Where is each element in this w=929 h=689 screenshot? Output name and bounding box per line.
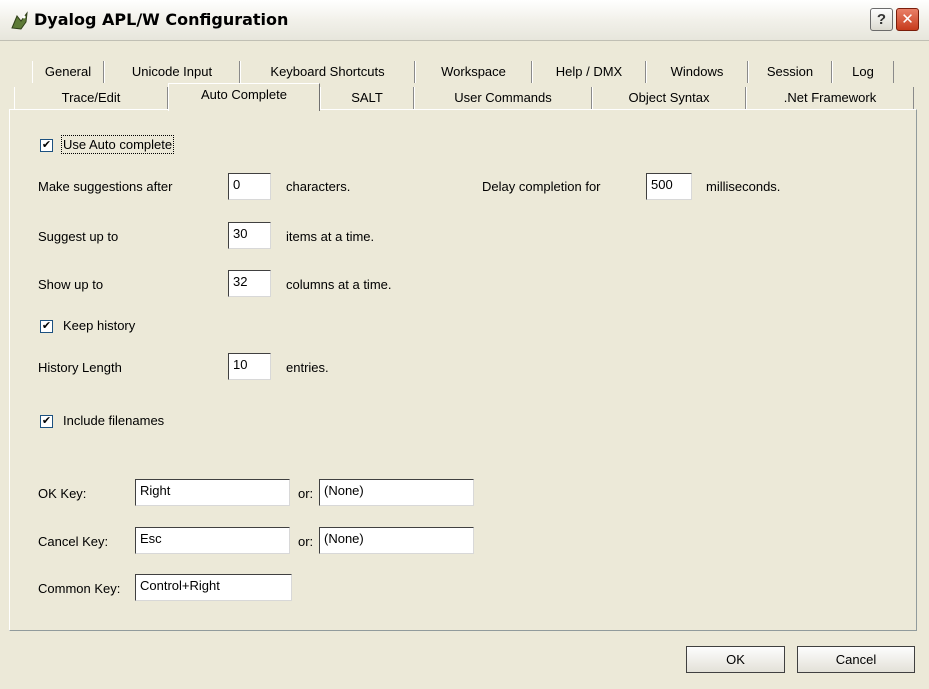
cancel-key-or-label: or: — [298, 534, 314, 549]
cancel-button[interactable]: Cancel — [797, 646, 915, 673]
common-key-label: Common Key: — [38, 581, 121, 596]
tab-general[interactable]: General — [32, 61, 104, 83]
tab-trace-edit[interactable]: Trace/Edit — [14, 87, 168, 109]
cancel-key-alt-input[interactable]: (None) — [319, 527, 474, 554]
keep-history-checkbox[interactable]: ✔ — [40, 320, 53, 333]
ok-key-label: OK Key: — [38, 486, 87, 501]
tab-log[interactable]: Log — [832, 61, 894, 83]
suggest-up-to-unit: items at a time. — [286, 229, 375, 244]
keep-history-label: Keep history — [63, 318, 136, 333]
include-filenames-checkbox[interactable]: ✔ — [40, 415, 53, 428]
tab-auto-complete[interactable]: Auto Complete — [168, 83, 320, 111]
suggest-after-input[interactable]: 0 — [228, 173, 271, 200]
cancel-key-input[interactable]: Esc — [135, 527, 290, 554]
suggest-up-to-label: Suggest up to — [38, 229, 119, 244]
ok-key-input[interactable]: Right — [135, 479, 290, 506]
use-autocomplete-checkbox[interactable]: ✔ — [40, 139, 53, 152]
dyalog-bird-icon — [11, 11, 28, 30]
window-title: Dyalog APL/W Configuration — [34, 10, 289, 29]
show-up-to-unit: columns at a time. — [286, 277, 392, 292]
tab-windows[interactable]: Windows — [646, 61, 748, 83]
dialog-client: General Unicode Input Keyboard Shortcuts… — [0, 41, 929, 689]
include-filenames-label: Include filenames — [63, 413, 165, 428]
ok-key-alt-input[interactable]: (None) — [319, 479, 474, 506]
close-button[interactable]: ✕ — [896, 8, 919, 31]
cancel-key-label: Cancel Key: — [38, 534, 109, 549]
suggest-after-unit: characters. — [286, 179, 351, 194]
tab-session[interactable]: Session — [748, 61, 832, 83]
auto-complete-panel: ✔ Use Auto complete Make suggestions aft… — [9, 109, 917, 631]
use-autocomplete-label: Use Auto complete — [60, 135, 175, 154]
tab-salt[interactable]: SALT — [320, 87, 414, 109]
tab-object-syntax[interactable]: Object Syntax — [592, 87, 746, 109]
ok-button[interactable]: OK — [686, 646, 785, 673]
title-bar[interactable]: Dyalog APL/W Configuration ? ✕ — [0, 0, 929, 41]
tab-net-framework[interactable]: .Net Framework — [746, 87, 914, 109]
common-key-input[interactable]: Control+Right — [135, 574, 292, 601]
suggest-after-label: Make suggestions after — [38, 179, 173, 194]
tab-help-dmx[interactable]: Help / DMX — [532, 61, 646, 83]
suggest-up-to-input[interactable]: 30 — [228, 222, 271, 249]
show-up-to-label: Show up to — [38, 277, 104, 292]
tab-user-commands[interactable]: User Commands — [414, 87, 592, 109]
tab-unicode-input[interactable]: Unicode Input — [104, 61, 240, 83]
delay-label: Delay completion for — [482, 179, 601, 194]
show-up-to-input[interactable]: 32 — [228, 270, 271, 297]
history-length-label: History Length — [38, 360, 122, 375]
tab-keyboard-shortcuts[interactable]: Keyboard Shortcuts — [240, 61, 415, 83]
ok-key-or-label: or: — [298, 486, 314, 501]
history-length-unit: entries. — [286, 360, 329, 375]
delay-input[interactable]: 500 — [646, 173, 692, 200]
tab-workspace[interactable]: Workspace — [415, 61, 532, 83]
help-button[interactable]: ? — [870, 8, 893, 31]
history-length-input[interactable]: 10 — [228, 353, 271, 380]
delay-unit: milliseconds. — [706, 179, 781, 194]
